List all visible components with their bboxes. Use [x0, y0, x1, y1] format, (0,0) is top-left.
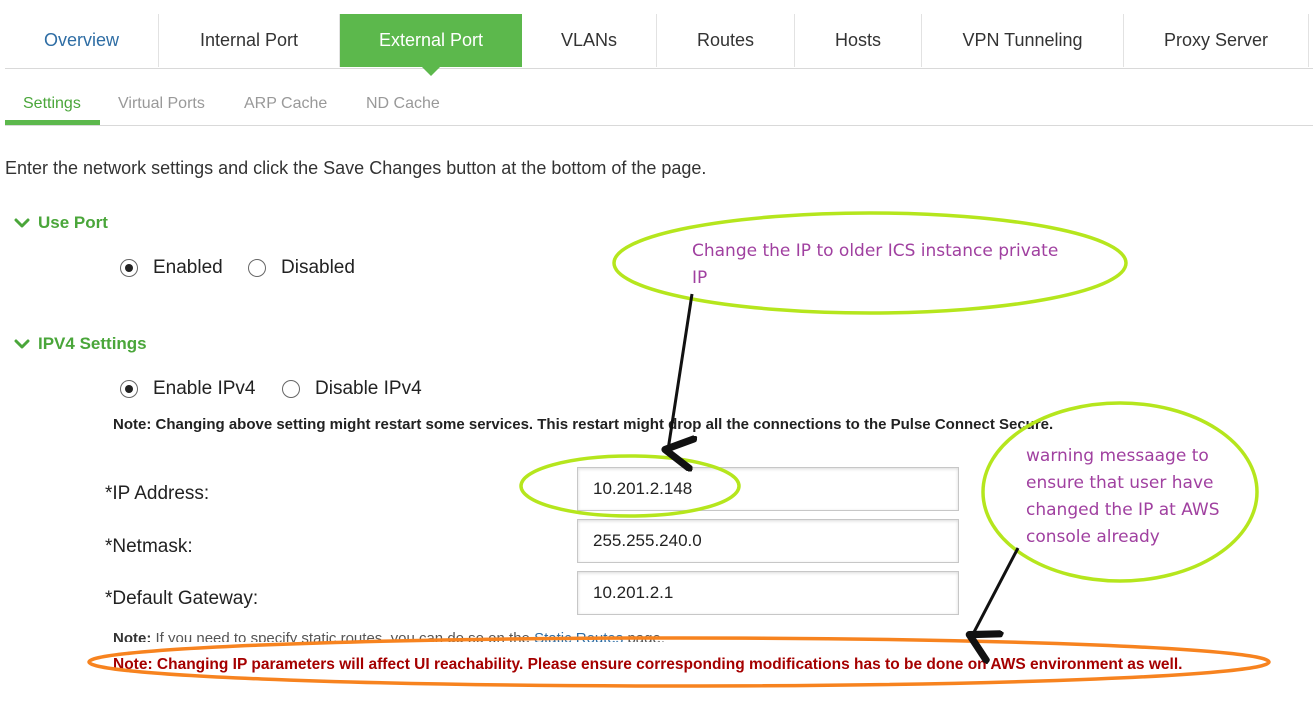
warning-callout-arrow — [972, 547, 1020, 636]
enable-ipv4-option[interactable]: Enable IPv4 — [120, 378, 255, 400]
netmask-label: *Netmask: — [105, 536, 193, 557]
subtab-virtual-ports[interactable]: Virtual Ports — [118, 95, 205, 113]
intro-text: Enter the network settings and click the… — [5, 158, 707, 178]
static-routes-link[interactable]: Static Routes — [534, 631, 623, 642]
tab-vpn-tunneling[interactable]: VPN Tunneling — [922, 14, 1124, 67]
tab-internal-port[interactable]: Internal Port — [159, 14, 340, 67]
ip-address-input[interactable] — [577, 467, 959, 511]
warning-callout-text: warning messaage to ensure that user hav… — [1026, 443, 1220, 551]
radio-disable-ipv4-label: Disable IPv4 — [315, 378, 422, 399]
subtab-settings[interactable]: Settings — [23, 95, 81, 113]
radio-disabled[interactable] — [248, 259, 266, 277]
ip-callout-text: Change the IP to older ICS instance priv… — [692, 238, 1058, 292]
static-note-text: If you need to specify static routes, yo… — [151, 631, 535, 642]
tab-routes[interactable]: Routes — [657, 14, 795, 67]
use-port-title: Use Port — [38, 213, 108, 232]
warning-callout-line-2: ensure that user have — [1026, 473, 1214, 493]
use-port-enabled-option[interactable]: Enabled — [120, 257, 223, 279]
ip-address-label: *IP Address: — [105, 483, 210, 504]
ip-callout-line-1: Change the IP to older ICS instance priv… — [692, 241, 1059, 261]
sub-tab-bar: Settings Virtual Ports ARP Cache ND Cach… — [5, 87, 1313, 126]
warning-callout-line-4: console already — [1026, 527, 1160, 547]
radio-disable-ipv4[interactable] — [282, 380, 300, 398]
tab-overview[interactable]: Overview — [5, 14, 159, 67]
radio-enable-ipv4-label: Enable IPv4 — [153, 378, 256, 399]
netmask-input[interactable] — [577, 519, 959, 563]
disable-ipv4-option[interactable]: Disable IPv4 — [282, 378, 422, 400]
ip-callout-line-2: IP — [692, 268, 708, 288]
use-port-section-toggle[interactable]: Use Port — [14, 213, 108, 233]
warning-callout-line-1: warning messaage to — [1026, 446, 1209, 466]
radio-enabled-label: Enabled — [153, 257, 223, 278]
static-routes-note: Note: If you need to specify static rout… — [113, 631, 665, 642]
ipv4-title: IPV4 Settings — [38, 334, 147, 353]
active-subtab-indicator — [5, 120, 100, 125]
static-note-suffix: page. — [623, 631, 665, 642]
chevron-down-icon — [14, 218, 30, 228]
ipv4-restart-note: Note: Changing above setting might resta… — [113, 416, 1054, 433]
tab-proxy-server[interactable]: Proxy Server — [1124, 14, 1309, 67]
static-note-prefix: Note: — [113, 631, 152, 642]
default-gateway-label: *Default Gateway: — [105, 588, 259, 609]
tab-vlans[interactable]: VLANs — [522, 14, 657, 67]
radio-enable-ipv4[interactable] — [120, 380, 138, 398]
subtab-arp-cache[interactable]: ARP Cache — [244, 95, 327, 113]
warning-callout-line-3: changed the IP at AWS — [1026, 500, 1220, 520]
main-tab-bar: Overview Internal Port External Port VLA… — [5, 14, 1313, 76]
tab-external-port[interactable]: External Port — [340, 14, 522, 76]
radio-enabled[interactable] — [120, 259, 138, 277]
subtab-nd-cache[interactable]: ND Cache — [366, 95, 440, 113]
use-port-disabled-option[interactable]: Disabled — [248, 257, 355, 279]
radio-disabled-label: Disabled — [281, 257, 355, 278]
chevron-down-icon — [14, 339, 30, 349]
ipv4-section-toggle[interactable]: IPV4 Settings — [14, 334, 147, 354]
tab-hosts[interactable]: Hosts — [795, 14, 922, 67]
default-gateway-input[interactable] — [577, 571, 959, 615]
aws-warning-note: Note: Changing IP parameters will affect… — [113, 656, 1183, 673]
